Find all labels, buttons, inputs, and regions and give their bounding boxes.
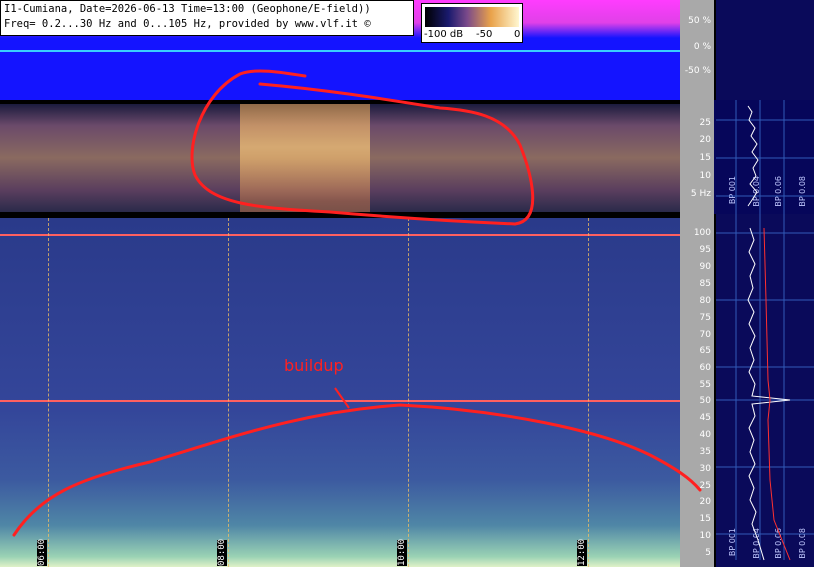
overlay-drawing: [12, 69, 814, 561]
side-grid: [716, 100, 814, 560]
side-trace-top: [747, 105, 759, 207]
annotation-buildup-curve: [12, 403, 702, 537]
annotation-label: buildup: [284, 356, 344, 375]
annotation-pointer: [334, 387, 350, 409]
annotation-loop: [190, 69, 535, 226]
side-trace-red: [763, 227, 791, 561]
